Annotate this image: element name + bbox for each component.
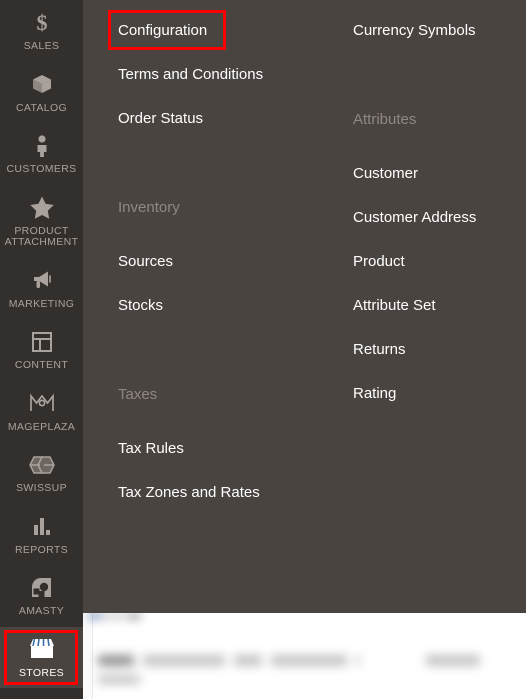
- storefront-icon: [2, 637, 81, 663]
- sidebar-label: MARKETING: [8, 297, 75, 310]
- page-left-gutter: [83, 612, 93, 699]
- menu-item-tax-zones-and-rates[interactable]: Tax Zones and Rates: [118, 483, 260, 502]
- menu-item-configuration[interactable]: Configuration: [118, 21, 207, 40]
- sidebar-label: CONTENT: [14, 359, 69, 371]
- layout-icon: [2, 329, 81, 355]
- menu-item-currency-symbols[interactable]: Currency Symbols: [353, 21, 476, 40]
- sidebar-item-mageplaza[interactable]: MAGEPLAZA: [0, 381, 83, 443]
- amasty-logo-icon: [2, 575, 81, 601]
- sidebar-item-stores[interactable]: STORES: [0, 626, 83, 688]
- sidebar-item-content[interactable]: CONTENT: [0, 319, 83, 381]
- menu-item-customer-address[interactable]: Customer Address: [353, 208, 476, 227]
- menu-item-rating[interactable]: Rating: [353, 384, 396, 403]
- dollar-icon: $: [2, 10, 81, 36]
- admin-sidebar: $ SALES CATALOG CUSTOMERS PRODUCT ATTACH…: [0, 0, 83, 699]
- sidebar-label: STORES: [18, 666, 65, 679]
- swissup-logo-icon: [2, 452, 81, 478]
- sidebar-label: CATALOG: [15, 101, 68, 114]
- sidebar-label: CUSTOMERS: [6, 163, 77, 175]
- sidebar-item-amasty[interactable]: AMASTY: [0, 565, 83, 627]
- megaphone-icon: [2, 268, 81, 294]
- sidebar-item-reports[interactable]: REPORTS: [0, 504, 83, 566]
- sidebar-item-sales[interactable]: $ SALES: [0, 0, 83, 62]
- menu-item-attribute-set[interactable]: Attribute Set: [353, 296, 436, 315]
- sidebar-label: SWISSUP: [16, 482, 67, 494]
- menu-item-order-status[interactable]: Order Status: [118, 109, 203, 128]
- menu-item-returns[interactable]: Returns: [353, 340, 406, 359]
- sidebar-item-swissup[interactable]: SWISSUP: [0, 442, 83, 504]
- sidebar-item-product-attachment[interactable]: PRODUCT ATTACHMENT: [0, 185, 83, 258]
- star-icon: [2, 195, 81, 221]
- menu-item-customer[interactable]: Customer: [353, 164, 418, 183]
- sidebar-label: SALES: [23, 40, 60, 52]
- stores-flyout-menu: Configuration Terms and Conditions Order…: [83, 0, 526, 613]
- section-heading-attributes: Attributes: [353, 111, 417, 128]
- person-icon: [2, 133, 81, 159]
- mageplaza-logo-icon: [2, 391, 81, 417]
- sidebar-label: AMASTY: [18, 605, 65, 617]
- menu-item-terms-and-conditions[interactable]: Terms and Conditions: [118, 65, 263, 84]
- sidebar-item-catalog[interactable]: CATALOG: [0, 62, 83, 124]
- sidebar-label: PRODUCT ATTACHMENT: [4, 224, 79, 248]
- blurred-page-content: [89, 613, 526, 699]
- menu-item-product[interactable]: Product: [353, 252, 405, 271]
- svg-text:$: $: [36, 11, 47, 35]
- sidebar-item-customers[interactable]: CUSTOMERS: [0, 123, 83, 185]
- menu-item-stocks[interactable]: Stocks: [118, 296, 163, 315]
- admin-menu-screen: Configuration Terms and Conditions Order…: [0, 0, 526, 699]
- section-heading-inventory: Inventory: [118, 199, 180, 216]
- menu-item-sources[interactable]: Sources: [118, 252, 173, 271]
- sidebar-item-marketing[interactable]: MARKETING: [0, 258, 83, 320]
- bar-chart-icon: [2, 514, 81, 540]
- box-icon: [2, 72, 81, 98]
- menu-item-tax-rules[interactable]: Tax Rules: [118, 439, 184, 458]
- sidebar-label: REPORTS: [14, 543, 69, 556]
- sidebar-label: MAGEPLAZA: [7, 420, 76, 433]
- section-heading-taxes: Taxes: [118, 386, 158, 403]
